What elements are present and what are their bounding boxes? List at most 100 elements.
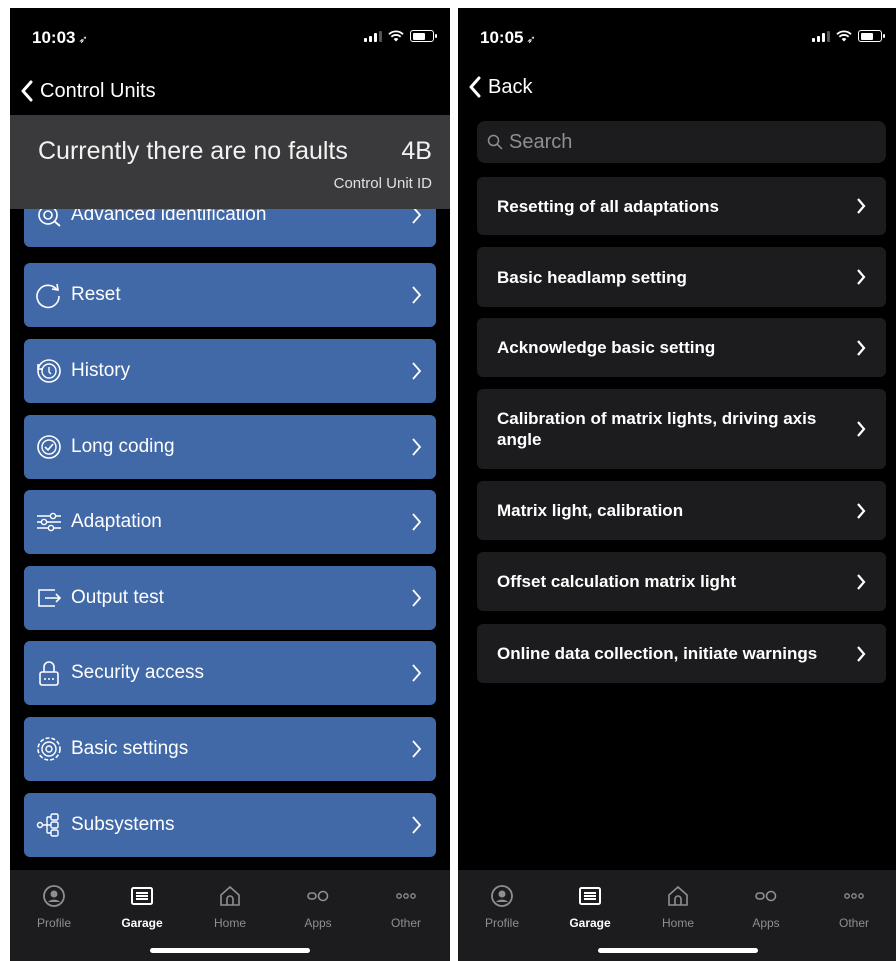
search-input[interactable]: Search (477, 121, 886, 163)
function-label: Calibration of matrix lights, driving ax… (497, 409, 817, 449)
tab-label: Other (838, 916, 869, 930)
more-icon (396, 893, 416, 899)
home-indicator (150, 948, 310, 953)
chevron-right-icon (857, 573, 866, 590)
back-button[interactable]: Control Units (20, 76, 156, 106)
apps-icon (755, 890, 777, 902)
profile-icon (43, 885, 65, 907)
chevron-right-icon (857, 339, 866, 356)
fault-message: Currently there are no faults (38, 137, 348, 165)
tab-garage[interactable]: Garage (98, 882, 186, 930)
menu-item-label: Reset (71, 284, 121, 305)
tab-label: Garage (569, 916, 611, 930)
chevron-right-icon (412, 438, 422, 456)
chevron-right-icon (857, 645, 866, 662)
function-item-acknowledge-basic-setting[interactable]: Acknowledge basic setting (477, 318, 886, 377)
lock-icon (35, 659, 63, 687)
function-item-offset-calculation[interactable]: Offset calculation matrix light (477, 552, 886, 611)
phone-screen-control-unit: 10:03 ➶ Control Units Currently there are… (10, 8, 450, 961)
tab-label: Profile (36, 916, 71, 930)
tab-label: Apps (752, 916, 780, 930)
back-label: Control Units (40, 79, 156, 102)
tab-home[interactable]: Home (186, 882, 274, 930)
search-placeholder: Search (509, 130, 573, 153)
chevron-right-icon (412, 816, 422, 834)
gear-icon (35, 735, 63, 763)
fault-status-banner: Currently there are no faults 4B Control… (10, 115, 450, 209)
sliders-icon (35, 508, 63, 536)
reset-icon (35, 281, 63, 309)
function-label: Offset calculation matrix light (497, 572, 736, 591)
chevron-left-icon (21, 80, 33, 102)
more-icon (844, 893, 864, 899)
tab-profile[interactable]: Profile (10, 882, 98, 930)
home-icon (220, 885, 240, 906)
tab-profile[interactable]: Profile (458, 882, 546, 930)
tab-bar: Profile Garage Home Apps Other (10, 870, 450, 961)
tab-label: Home (213, 916, 246, 930)
tab-apps[interactable]: Apps (274, 882, 362, 930)
menu-item-security-access[interactable]: Security access (24, 641, 436, 705)
tab-bar: Profile Garage Home Apps Other (458, 870, 896, 961)
menu-item-label: Security access (71, 662, 205, 683)
function-item-online-data-collection[interactable]: Online data collection, initiate warning… (477, 624, 886, 683)
status-bar: 10:03 ➶ (10, 8, 450, 52)
tab-other[interactable]: Other (362, 882, 450, 930)
garage-icon (131, 887, 153, 905)
tab-apps[interactable]: Apps (722, 882, 810, 930)
function-item-resetting-adaptations[interactable]: Resetting of all adaptations (477, 177, 886, 235)
chevron-right-icon (857, 269, 866, 285)
function-label: Online data collection, initiate warning… (497, 644, 818, 663)
function-item-basic-headlamp-setting[interactable]: Basic headlamp setting (477, 247, 886, 307)
back-button[interactable]: Back (468, 72, 532, 102)
tab-label: Garage (121, 916, 163, 930)
signal-icon (812, 30, 830, 42)
menu-item-basic-settings[interactable]: Basic settings (24, 717, 436, 781)
apps-icon (307, 890, 329, 902)
menu-item-reset[interactable]: Reset (24, 263, 436, 327)
menu-item-adaptation[interactable]: Adaptation (24, 490, 436, 554)
wifi-icon (836, 30, 852, 42)
signal-icon (364, 30, 382, 42)
menu-item-history[interactable]: History (24, 339, 436, 403)
menu-item-label: History (71, 360, 131, 381)
wifi-icon (388, 30, 404, 42)
tab-label: Profile (484, 916, 519, 930)
garage-icon (579, 887, 601, 905)
function-label: Matrix light, calibration (497, 501, 684, 520)
function-label: Acknowledge basic setting (497, 338, 716, 357)
back-label: Back (488, 75, 533, 98)
function-item-calibration-matrix-lights[interactable]: Calibration of matrix lights, driving ax… (477, 389, 886, 469)
chevron-right-icon (857, 421, 866, 437)
location-icon: ➶ (526, 34, 536, 46)
profile-icon (491, 885, 513, 907)
status-bar: 10:05 ➶ (458, 8, 896, 52)
menu-item-label: Adaptation (71, 511, 162, 532)
tab-label: Apps (304, 916, 332, 930)
tab-label: Other (390, 916, 421, 930)
menu-item-label: Basic settings (71, 738, 189, 759)
location-icon: ➶ (78, 34, 88, 46)
menu-item-subsystems[interactable]: Subsystems (24, 793, 436, 857)
history-icon (35, 357, 63, 385)
menu-item-output-test[interactable]: Output test (24, 566, 436, 630)
tab-label: Home (661, 916, 694, 930)
chevron-right-icon (412, 589, 422, 607)
function-label: Basic headlamp setting (497, 267, 687, 287)
check-circle-icon (35, 433, 63, 461)
battery-icon (410, 30, 437, 42)
tab-garage[interactable]: Garage (546, 882, 634, 930)
menu-item-long-coding[interactable]: Long coding (24, 415, 436, 479)
function-item-matrix-light-calibration[interactable]: Matrix light, calibration (477, 481, 886, 540)
chevron-left-icon (469, 76, 481, 98)
home-indicator (598, 948, 758, 953)
tab-other[interactable]: Other (810, 882, 896, 930)
status-time: 10:03 ➶ (32, 28, 88, 48)
tab-home[interactable]: Home (634, 882, 722, 930)
home-icon (668, 885, 688, 906)
clock: 10:05 (480, 28, 524, 47)
search-icon (487, 134, 503, 150)
menu-item-label: Subsystems (71, 814, 175, 835)
chevron-right-icon (857, 198, 866, 214)
status-icons (364, 30, 437, 42)
